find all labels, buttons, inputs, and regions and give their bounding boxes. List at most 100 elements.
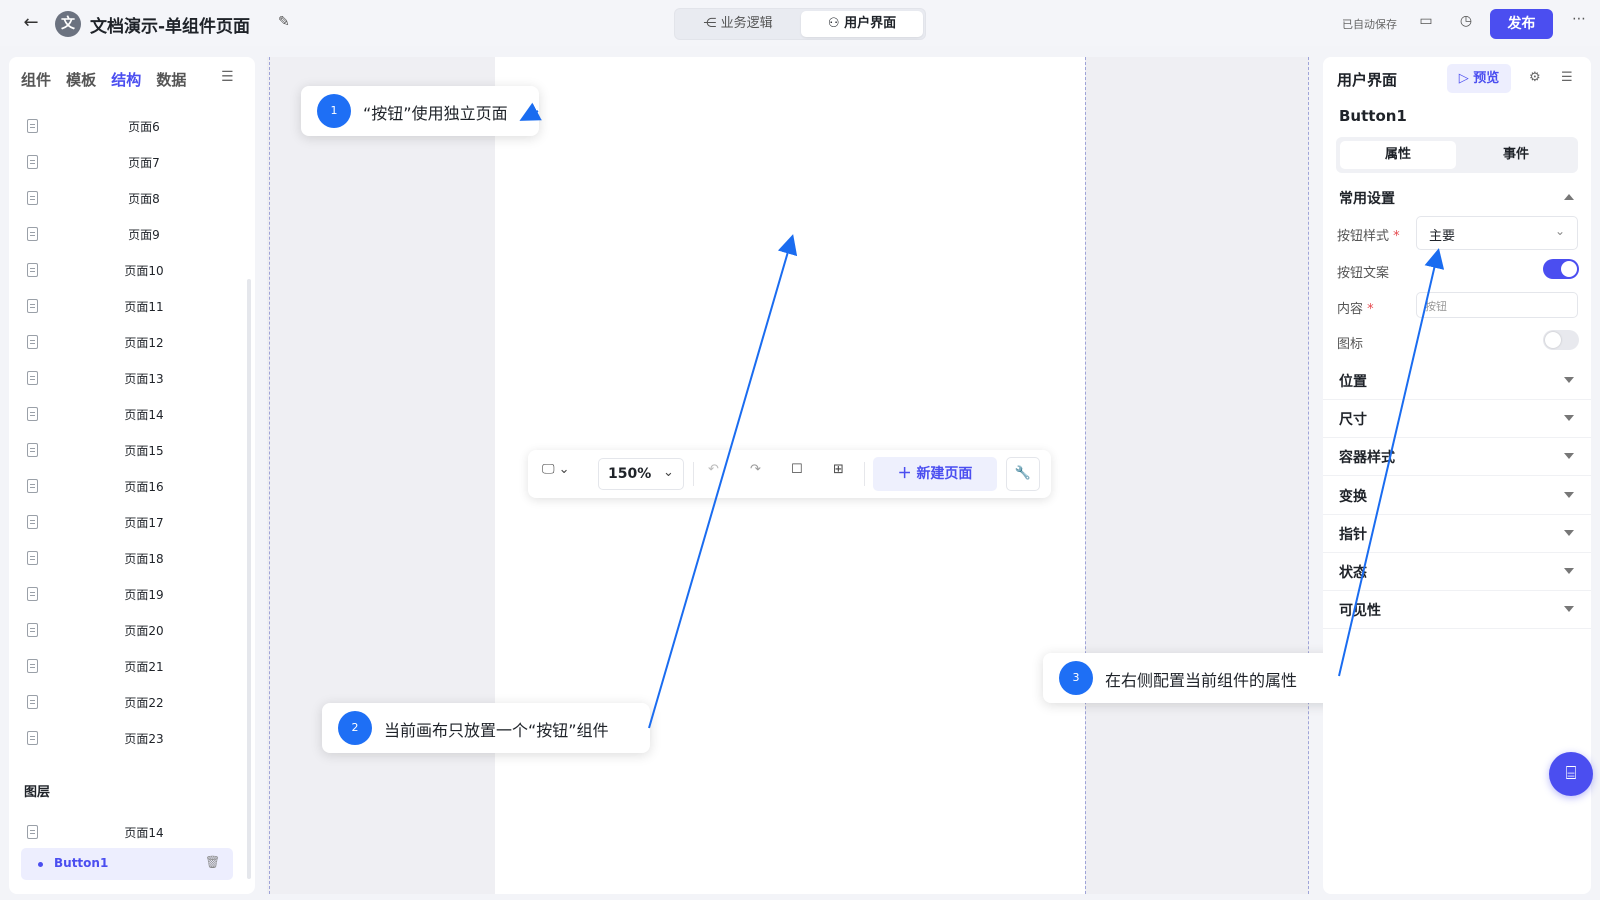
- page-list-label: 页面7: [128, 156, 160, 170]
- button-text-toggle[interactable]: [1543, 259, 1579, 279]
- new-page-button[interactable]: ＋ 新建页面: [873, 457, 997, 491]
- button-style-row: 按钮样式 * 主要 ⌄: [1337, 216, 1581, 252]
- page-list-item[interactable]: 页面18: [9, 541, 255, 577]
- tab-templates[interactable]: 模板: [66, 69, 96, 90]
- page-list-item[interactable]: 页面7: [9, 145, 255, 181]
- page-file-icon: [27, 443, 38, 457]
- expand-caret-icon: [1564, 492, 1574, 498]
- icon-toggle[interactable]: [1543, 330, 1579, 350]
- collapse-caret-icon[interactable]: [1564, 194, 1574, 200]
- delete-trash-icon[interactable]: 🗑: [205, 855, 220, 869]
- page-list-item[interactable]: 页面23: [9, 721, 255, 757]
- section-position[interactable]: 位置: [1323, 362, 1591, 400]
- tab-data[interactable]: 数据: [156, 69, 186, 90]
- page-list-item[interactable]: 页面10: [9, 253, 255, 289]
- page-file-icon: [27, 695, 38, 709]
- assistant-robot-icon[interactable]: ⌸: [1549, 752, 1593, 796]
- undo-icon[interactable]: ↶: [708, 462, 719, 477]
- page-list-item[interactable]: 页面8: [9, 181, 255, 217]
- section-container-style[interactable]: 容器样式: [1323, 438, 1591, 476]
- page-list-item[interactable]: 页面14: [9, 397, 255, 433]
- expand-caret-icon: [1564, 606, 1574, 612]
- page-list-item[interactable]: 页面17: [9, 505, 255, 541]
- device-monitor-icon[interactable]: 🖵 ⌄: [542, 462, 570, 477]
- expand-caret-icon: [1564, 568, 1574, 574]
- page-list: 页面6 页面7 页面8 页面9 页面10 页面11 页面12 页面13 页面14 页面15 页面16…: [9, 109, 255, 757]
- layer-page-label: 页面14: [124, 826, 164, 840]
- frame-square-icon[interactable]: ☐: [791, 462, 803, 477]
- section-state[interactable]: 状态: [1323, 553, 1591, 591]
- edit-pencil-icon[interactable]: ✎: [278, 14, 290, 30]
- history-clock-icon[interactable]: ◷: [1456, 13, 1476, 29]
- page-list-item[interactable]: 页面19: [9, 577, 255, 613]
- mode-tabs: ⋲ 业务逻辑 ⚇ 用户界面: [674, 8, 926, 40]
- preview-button[interactable]: ▷ 预览: [1447, 64, 1511, 93]
- section-pointer[interactable]: 指针: [1323, 515, 1591, 553]
- page-list-scrollbar[interactable]: [247, 279, 251, 879]
- page-list-item[interactable]: 页面21: [9, 649, 255, 685]
- section-size[interactable]: 尺寸: [1323, 400, 1591, 438]
- app-title: 文档演示-单组件页面: [90, 17, 251, 37]
- collapse-panel-icon[interactable]: ☰: [221, 69, 234, 85]
- callout-number: 3: [1059, 661, 1093, 695]
- save-icon[interactable]: ▭: [1416, 13, 1436, 29]
- page-list-item[interactable]: 页面15: [9, 433, 255, 469]
- layers-title: 图层: [24, 785, 51, 800]
- autosave-status: 已自动保存: [1342, 18, 1397, 31]
- page-file-icon: [27, 623, 38, 637]
- callout-1: 1 “按钮”使用独立页面: [301, 86, 539, 136]
- expand-caret-icon: [1564, 415, 1574, 421]
- toolbar-divider: [693, 462, 694, 486]
- page-list-item[interactable]: 页面9: [9, 217, 255, 253]
- page-list-label: 页面20: [124, 624, 164, 638]
- section-visibility[interactable]: 可见性: [1323, 591, 1591, 629]
- page-list-item[interactable]: 页面20: [9, 613, 255, 649]
- guide-line: [1085, 57, 1086, 894]
- tab-business-logic[interactable]: ⋲ 业务逻辑: [677, 11, 799, 37]
- section-transform[interactable]: 变换: [1323, 477, 1591, 515]
- grid-icon[interactable]: ⊞: [833, 462, 844, 477]
- page-list-label: 页面22: [124, 696, 164, 710]
- page-list-label: 页面14: [124, 408, 164, 422]
- layer-component-button1[interactable]: Button1 🗑: [21, 848, 233, 880]
- layer-page-item[interactable]: 页面14: [9, 815, 255, 851]
- page-file-icon: [27, 515, 38, 529]
- page-list-label: 页面23: [124, 732, 164, 746]
- page-list-label: 页面10: [124, 264, 164, 278]
- redo-icon[interactable]: ↷: [750, 462, 761, 477]
- page-file-icon: [27, 407, 38, 421]
- back-arrow-icon[interactable]: ←: [20, 13, 42, 35]
- tab-events[interactable]: 事件: [1458, 141, 1574, 169]
- page-list-item[interactable]: 页面22: [9, 685, 255, 721]
- wrench-settings-icon[interactable]: 🔧: [1006, 457, 1040, 491]
- guide-line: [1308, 57, 1309, 894]
- page-list-item[interactable]: 页面12: [9, 325, 255, 361]
- tab-user-interface[interactable]: ⚇ 用户界面: [801, 11, 923, 37]
- page-file-icon: [27, 731, 38, 745]
- collapse-panel-icon[interactable]: ☰: [1561, 70, 1573, 85]
- page-file-icon: [27, 587, 38, 601]
- zoom-select[interactable]: 150% ⌄: [598, 458, 684, 490]
- button-style-select[interactable]: 主要 ⌄: [1416, 216, 1578, 250]
- callout-number: 2: [338, 711, 372, 745]
- selected-component-name: Button1: [1339, 107, 1407, 125]
- callout-text: 在右侧配置当前组件的属性: [1105, 671, 1298, 690]
- page-list-label: 页面11: [124, 300, 164, 314]
- page-list-item[interactable]: 页面6: [9, 109, 255, 145]
- page-list-item[interactable]: 页面11: [9, 289, 255, 325]
- tab-components[interactable]: 组件: [21, 69, 51, 90]
- icon-row: 图标: [1337, 324, 1581, 360]
- gear-icon[interactable]: ⚙: [1529, 70, 1541, 85]
- content-input[interactable]: 按钮: [1416, 292, 1578, 318]
- page-file-icon: [27, 551, 38, 565]
- more-options-icon[interactable]: ⋯: [1572, 11, 1586, 27]
- page-list-item[interactable]: 页面16: [9, 469, 255, 505]
- publish-button[interactable]: 发布: [1490, 9, 1553, 39]
- page-list-item[interactable]: 页面13: [9, 361, 255, 397]
- page-list-label: 页面8: [128, 192, 160, 206]
- callout-3: 3 在右侧配置当前组件的属性: [1043, 653, 1341, 703]
- callout-text: “按钮”使用独立页面: [363, 104, 508, 123]
- tab-properties[interactable]: 属性: [1340, 141, 1456, 169]
- page-file-icon: [27, 659, 38, 673]
- tab-structure[interactable]: 结构: [111, 69, 141, 90]
